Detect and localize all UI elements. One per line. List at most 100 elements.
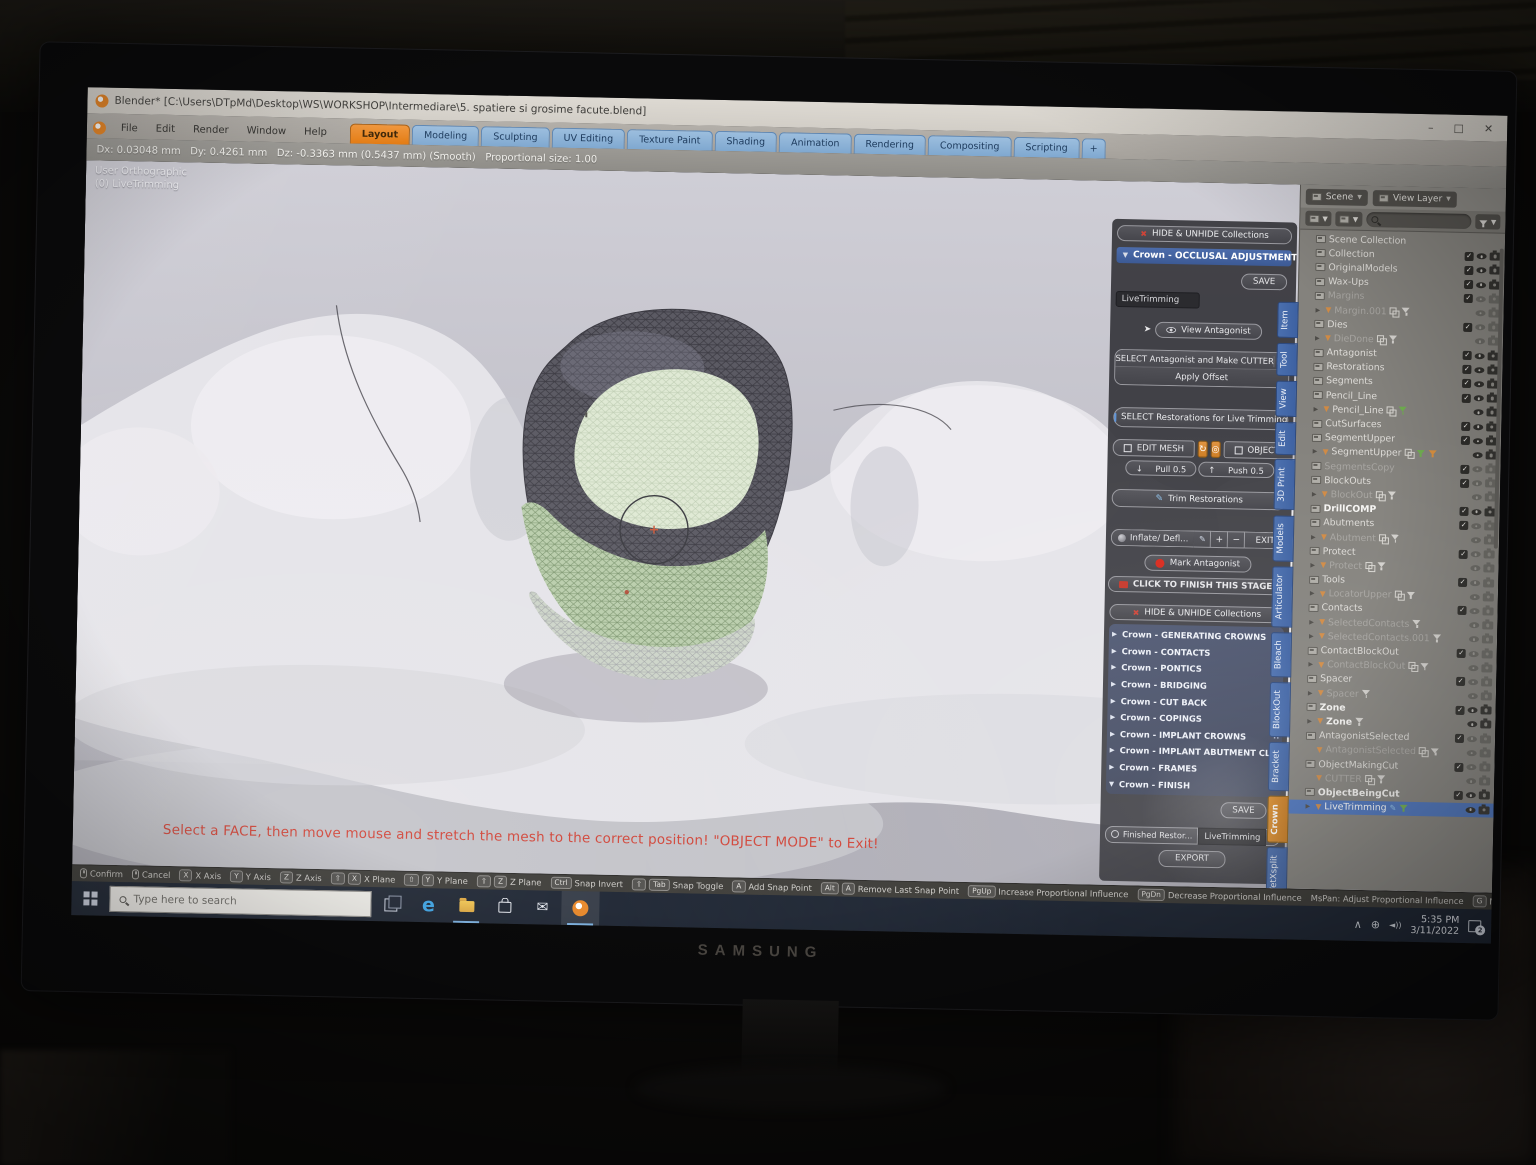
tray-expand-caret[interactable]: ∧	[1354, 917, 1362, 930]
tab-shading[interactable]: Shading	[714, 131, 777, 152]
eye-visibility-icon[interactable]	[1467, 707, 1477, 713]
tab-uv-editing[interactable]: UV Editing	[551, 128, 625, 149]
eye-visibility-icon[interactable]	[1475, 310, 1485, 316]
view-antagonist-button[interactable]: View Antagonist	[1155, 322, 1262, 340]
eye-visibility-icon[interactable]	[1469, 651, 1479, 657]
eye-visibility-icon[interactable]	[1477, 253, 1487, 259]
camera-render-icon[interactable]	[1482, 621, 1493, 629]
eye-visibility-icon[interactable]	[1465, 807, 1475, 813]
hide-unhide-collections-button-top[interactable]: ✖ HIDE & UNHIDE Collections	[1117, 225, 1292, 245]
camera-render-icon[interactable]	[1482, 636, 1493, 644]
checkbox-icon[interactable]	[1465, 252, 1474, 261]
checkbox-icon[interactable]	[1457, 649, 1466, 658]
outliner-row-livetrimming[interactable]: ▶▼LiveTrimming✎	[1288, 799, 1493, 817]
checkbox-icon[interactable]	[1454, 791, 1463, 800]
select-restorations-button[interactable]: SELECT Restorations for Live Trimming	[1113, 407, 1288, 431]
sidebar-tab-bracket[interactable]: Bracket	[1268, 742, 1290, 791]
eye-visibility-icon[interactable]	[1472, 466, 1482, 472]
scene-selector[interactable]: Scene▼	[1306, 188, 1368, 205]
checkbox-icon[interactable]	[1460, 464, 1469, 473]
menu-window[interactable]: Window	[237, 121, 295, 142]
tab-layout[interactable]: Layout	[350, 124, 411, 145]
eye-visibility-icon[interactable]	[1476, 282, 1486, 288]
camera-render-icon[interactable]	[1480, 735, 1491, 743]
trim-restorations-button[interactable]: ✎ Trim Restorations	[1112, 489, 1287, 511]
checkbox-icon[interactable]	[1455, 706, 1464, 715]
decrease-button[interactable]: −	[1228, 531, 1245, 548]
camera-render-icon[interactable]	[1481, 692, 1492, 700]
restoration-name-field[interactable]: LiveTrimming	[1116, 291, 1200, 309]
eye-visibility-icon[interactable]	[1469, 636, 1479, 642]
view-layer-selector[interactable]: View Layer▼	[1373, 190, 1457, 208]
edge-button[interactable]: e	[409, 888, 448, 923]
eye-visibility-icon[interactable]	[1467, 736, 1477, 742]
eye-visibility-icon[interactable]	[1476, 296, 1486, 302]
checkbox-icon[interactable]	[1459, 550, 1468, 559]
task-view-button[interactable]	[371, 887, 410, 922]
camera-render-icon[interactable]	[1480, 721, 1491, 729]
close-button[interactable]: ✕	[1484, 122, 1493, 135]
tab-animation[interactable]: Animation	[779, 132, 852, 153]
eye-visibility-icon[interactable]	[1476, 268, 1486, 274]
eye-visibility-icon[interactable]	[1472, 495, 1482, 501]
camera-render-icon[interactable]	[1481, 678, 1492, 686]
eye-visibility-icon[interactable]	[1471, 537, 1481, 543]
search-input[interactable]	[133, 893, 333, 909]
editor-type-dropdown[interactable]: ▼	[1305, 211, 1332, 227]
checkbox-icon[interactable]	[1464, 280, 1473, 289]
eye-visibility-icon[interactable]	[1470, 580, 1480, 586]
sidebar-tab-articulator[interactable]: Articulator	[1271, 566, 1293, 628]
sidebar-tab-vetxsplit[interactable]: VetXsplit	[1266, 848, 1288, 893]
camera-render-icon[interactable]	[1481, 664, 1492, 672]
eye-visibility-icon[interactable]	[1470, 565, 1480, 571]
viewport-3d[interactable]: User Orthographic (0) LiveTrimming Selec…	[72, 160, 1506, 892]
outliner-search-input[interactable]	[1378, 215, 1445, 226]
eye-visibility-icon[interactable]	[1475, 339, 1485, 345]
proportional-falloff-toggle[interactable]: ↻	[1198, 441, 1208, 458]
store-button[interactable]	[485, 889, 524, 924]
sidebar-tab-blockout[interactable]: BlockOut	[1269, 682, 1291, 737]
eye-visibility-icon[interactable]	[1473, 452, 1483, 458]
minimize-button[interactable]: –	[1428, 121, 1434, 134]
tab-modeling[interactable]: Modeling	[412, 125, 480, 146]
finished-restorations-dropdown[interactable]: Finished Restor...	[1105, 826, 1199, 845]
apply-offset-button[interactable]: Apply Offset	[1115, 367, 1288, 387]
section-occlusal-adjustments[interactable]: ▼ Crown - OCCLUSAL ADJUSTMENTS ∷	[1116, 247, 1291, 267]
checkbox-icon[interactable]	[1461, 422, 1470, 431]
eye-visibility-icon[interactable]	[1468, 679, 1478, 685]
eye-visibility-icon[interactable]	[1468, 665, 1478, 671]
eye-visibility-icon[interactable]	[1474, 381, 1484, 387]
checkbox-icon[interactable]	[1462, 394, 1471, 403]
volume-icon[interactable]: ◄))	[1389, 920, 1402, 929]
section-crown-finish[interactable]: ▼Crown - FINISH∷	[1109, 775, 1278, 795]
camera-render-icon[interactable]	[1482, 650, 1493, 658]
sidebar-tab-tool[interactable]: Tool	[1276, 343, 1298, 376]
camera-render-icon[interactable]	[1479, 792, 1490, 800]
camera-render-icon[interactable]	[1483, 579, 1494, 587]
increase-button[interactable]: +	[1211, 531, 1228, 548]
eye-visibility-icon[interactable]	[1475, 324, 1485, 330]
sidebar-tab-item[interactable]: Item	[1277, 302, 1299, 338]
camera-render-icon[interactable]	[1483, 593, 1494, 601]
checkbox-icon[interactable]	[1455, 734, 1464, 743]
eye-visibility-icon[interactable]	[1466, 778, 1476, 784]
camera-render-icon[interactable]	[1478, 806, 1489, 814]
sidebar-tab-crown[interactable]: Crown	[1267, 796, 1289, 843]
tab-compositing[interactable]: Compositing	[928, 135, 1012, 157]
pull-button[interactable]: ↓ Pull 0.5	[1126, 460, 1197, 476]
eye-visibility-icon[interactable]	[1466, 764, 1476, 770]
eye-visibility-icon[interactable]	[1474, 395, 1484, 401]
save-button-bottom[interactable]: SAVE	[1220, 802, 1266, 819]
camera-render-icon[interactable]	[1479, 778, 1490, 786]
eye-visibility-icon[interactable]	[1466, 792, 1476, 798]
eye-visibility-icon[interactable]	[1469, 608, 1479, 614]
taskbar-search[interactable]	[109, 886, 371, 917]
mail-button[interactable]: ✉	[523, 890, 562, 925]
blender-menu-icon[interactable]	[93, 121, 106, 134]
sidebar-tab-edit[interactable]: Edit	[1275, 422, 1297, 455]
checkbox-icon[interactable]	[1458, 578, 1467, 587]
checkbox-icon[interactable]	[1462, 365, 1471, 374]
camera-render-icon[interactable]	[1483, 565, 1494, 573]
select-antagonist-button[interactable]: SELECT Antagonist and Make CUTTER	[1115, 353, 1274, 366]
camera-render-icon[interactable]	[1484, 551, 1495, 559]
